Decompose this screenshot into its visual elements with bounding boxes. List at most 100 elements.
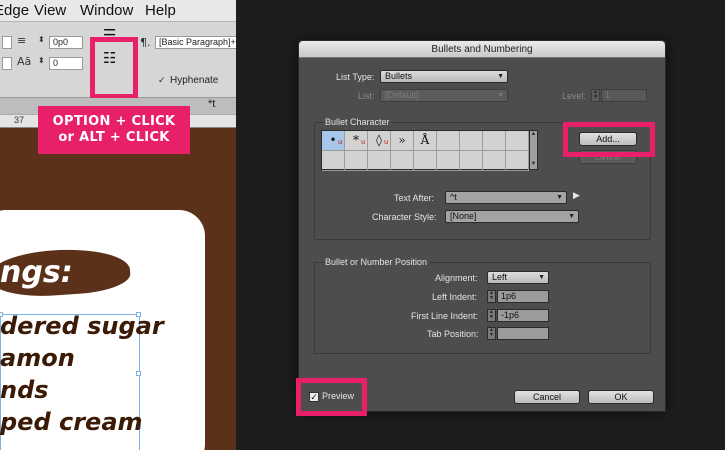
- hyphenate-label: Hyphenate: [170, 75, 219, 86]
- empty-glyph-cell[interactable]: [506, 151, 529, 171]
- bullets-and-numbering-dialog: Bullets and Numbering List Type: Bullets…: [296, 40, 666, 416]
- list-select[interactable]: [Default] ▼: [380, 89, 508, 102]
- alignment-label: Alignment:: [435, 273, 478, 283]
- empty-glyph-cell[interactable]: [345, 151, 368, 171]
- empty-glyph-cell[interactable]: [391, 151, 414, 171]
- ok-button[interactable]: OK: [588, 390, 654, 404]
- empty-glyph-cell[interactable]: [506, 131, 529, 151]
- empty-glyph-cell[interactable]: [483, 151, 506, 171]
- stepper-icon[interactable]: ⬍: [38, 56, 45, 65]
- empty-glyph-cell[interactable]: [460, 151, 483, 171]
- list-type-label: List Type:: [336, 72, 375, 82]
- chevron-down-icon: ▼: [568, 213, 575, 220]
- callout-line-2: or ALT + CLICK: [58, 130, 170, 145]
- recipe-line: nds: [0, 376, 49, 404]
- menu-edit[interactable]: Edge: [0, 2, 29, 19]
- frame-handle[interactable]: [136, 371, 141, 376]
- hyphenate-checkbox[interactable]: ✓: [158, 76, 167, 85]
- document-tab[interactable]: *t: [208, 98, 215, 110]
- level-label: Level:: [562, 91, 587, 101]
- field-stub-bottom[interactable]: [2, 57, 12, 70]
- menu-bar: Edge View Window Help: [0, 0, 236, 22]
- character-style-label: Character Style:: [372, 212, 437, 222]
- empty-glyph-cell[interactable]: [368, 151, 391, 171]
- glyph-mark: u: [384, 139, 388, 146]
- dialog-title: Bullets and Numbering: [299, 41, 665, 58]
- position-title: Bullet or Number Position: [323, 257, 430, 267]
- shortcut-callout: OPTION + CLICK or ALT + CLICK: [38, 106, 190, 154]
- chevron-down-icon: ▼: [497, 73, 504, 80]
- list-type-select[interactable]: Bullets ▼: [380, 70, 508, 83]
- bullet-glyph-cell[interactable]: • u: [322, 131, 345, 151]
- list-label: List:: [358, 91, 375, 101]
- tab-position-field[interactable]: [497, 327, 549, 340]
- chevron-down-icon: ▼: [497, 92, 504, 99]
- position-group: [314, 262, 651, 354]
- menu-window[interactable]: Window: [80, 2, 133, 19]
- space-before-field[interactable]: 0p0: [49, 36, 83, 49]
- preview-highlight: [296, 378, 367, 416]
- special-character-menu-icon[interactable]: ▶: [573, 190, 580, 201]
- glyph: ◊: [376, 133, 382, 147]
- empty-glyph-cell[interactable]: [322, 151, 345, 171]
- glyph: *: [353, 133, 359, 147]
- glyph: Å: [420, 133, 430, 147]
- recipe-line: ped cream: [0, 408, 143, 436]
- tab-position-label: Tab Position:: [427, 329, 479, 339]
- text-after-combo[interactable]: ^t ▼: [445, 191, 567, 204]
- tab-position-stepper[interactable]: ▲ ▼: [487, 327, 496, 340]
- character-style-value: [None]: [450, 211, 477, 221]
- indesign-screenshot: Edge View Window Help ≡ Aā ⬍ ⬍ 0p0 0 ☰ ☷…: [0, 0, 236, 450]
- level-stepper[interactable]: ▲ ▼: [591, 89, 600, 102]
- drop-cap-lines-field[interactable]: 0: [49, 57, 83, 70]
- empty-glyph-cell[interactable]: [437, 151, 460, 171]
- list-type-value: Bullets: [385, 71, 413, 81]
- hyphenate-toggle[interactable]: ✓ Hyphenate: [158, 75, 218, 86]
- glyph-mark: u: [361, 139, 365, 146]
- paragraph-icon: ¶.: [140, 36, 151, 49]
- left-indent-stepper[interactable]: ▲ ▼: [487, 290, 496, 303]
- bullet-glyph-grid[interactable]: • u * u ◊ u » Å: [321, 130, 529, 171]
- menu-help[interactable]: Help: [145, 2, 176, 19]
- drop-cap-icon: Aā: [17, 55, 32, 68]
- character-style-select[interactable]: [None] ▼: [445, 210, 579, 223]
- ruler-label: 37: [14, 115, 25, 125]
- glyph-grid-scrollbar[interactable]: ▲ ▼: [529, 130, 538, 170]
- chevron-down-icon: ▼: [556, 194, 563, 201]
- empty-glyph-cell[interactable]: [483, 131, 506, 151]
- text-after-label: Text After:: [394, 193, 435, 203]
- cancel-button[interactable]: Cancel: [514, 390, 580, 404]
- text-after-value: ^t: [450, 192, 457, 202]
- space-before-icon: ≡: [17, 34, 27, 47]
- empty-glyph-cell[interactable]: [437, 131, 460, 151]
- bullet-glyph-cell[interactable]: Å: [414, 131, 437, 151]
- empty-glyph-cell[interactable]: [414, 151, 437, 171]
- alignment-select[interactable]: Left ▼: [487, 271, 549, 284]
- left-indent-label: Left Indent:: [432, 292, 478, 302]
- menu-view[interactable]: View: [34, 2, 66, 19]
- list-value: [Default]: [385, 90, 419, 100]
- first-line-indent-field[interactable]: -1p6: [497, 309, 549, 322]
- recipe-line: amon: [0, 344, 75, 372]
- glyph: •: [329, 133, 337, 147]
- card-heading: ngs:: [0, 255, 73, 290]
- bullet-character-title: Bullet Character: [323, 117, 392, 127]
- field-stub-top[interactable]: [2, 36, 12, 49]
- level-field[interactable]: 1: [601, 89, 647, 102]
- chevron-down-icon: ▼: [538, 274, 545, 281]
- glyph-mark: u: [338, 139, 342, 146]
- paragraph-style-field[interactable]: [Basic Paragraph]+: [155, 36, 236, 49]
- alignment-value: Left: [492, 272, 508, 282]
- first-line-indent-stepper[interactable]: ▲ ▼: [487, 309, 496, 322]
- bullet-glyph-cell[interactable]: * u: [345, 131, 368, 151]
- glyph: »: [398, 133, 406, 147]
- empty-glyph-cell[interactable]: [460, 131, 483, 151]
- bullet-button-highlight: [90, 37, 138, 99]
- first-line-indent-label: First Line Indent:: [411, 311, 479, 321]
- left-indent-field[interactable]: 1p6: [497, 290, 549, 303]
- stepper-icon[interactable]: ⬍: [38, 35, 45, 44]
- bullet-glyph-cell[interactable]: »: [391, 131, 414, 151]
- recipe-line: dered sugar: [0, 312, 164, 340]
- blank-field: [155, 58, 236, 71]
- bullet-glyph-cell[interactable]: ◊ u: [368, 131, 391, 151]
